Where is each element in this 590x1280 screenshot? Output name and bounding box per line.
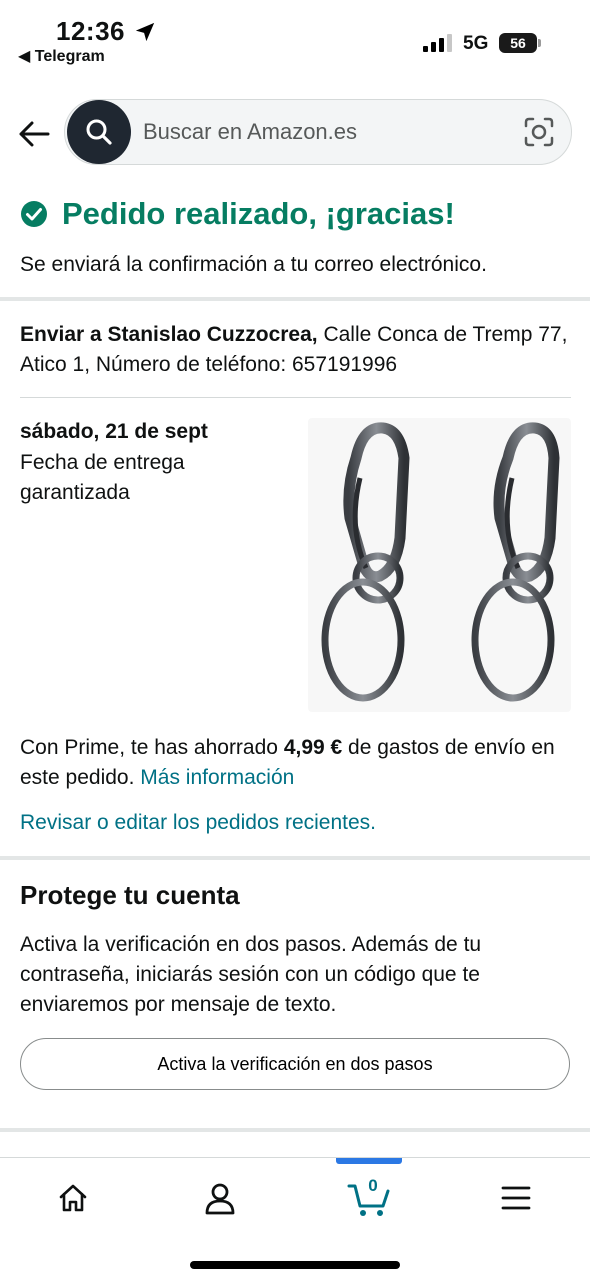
- confirmation-title: Pedido realizado, ¡gracias!: [62, 196, 455, 231]
- status-bar: 12:36 ◀ Telegram 5G 56: [0, 0, 590, 70]
- search-icon[interactable]: [67, 100, 131, 164]
- section-divider: [0, 297, 590, 301]
- back-to-telegram[interactable]: ◀ Telegram: [18, 46, 105, 66]
- prime-amount: 4,99 €: [283, 736, 343, 759]
- ship-to-label: Enviar a Stanislao Cuzzocrea,: [20, 323, 318, 346]
- bottom-nav: 0: [0, 1157, 590, 1280]
- shipping-address: Enviar a Stanislao Cuzzocrea, Calle Conc…: [20, 320, 570, 380]
- more-info-link[interactable]: Más información: [140, 766, 294, 789]
- product-image[interactable]: [308, 418, 571, 712]
- status-time: 12:36: [56, 16, 125, 46]
- account-icon[interactable]: [200, 1178, 240, 1218]
- divider: [20, 397, 571, 398]
- section-divider: [0, 1128, 590, 1132]
- home-indicator[interactable]: [190, 1261, 400, 1269]
- review-orders-link[interactable]: Revisar o editar los pedidos recientes.: [20, 811, 376, 835]
- confirmation-heading: Pedido realizado, ¡gracias!: [20, 196, 455, 232]
- check-circle-icon: [21, 201, 47, 227]
- enable-two-step-button[interactable]: Activa la verificación en dos pasos: [20, 1038, 570, 1090]
- battery-icon: 56: [499, 33, 541, 53]
- battery-level: 56: [499, 33, 537, 53]
- active-tab-indicator: [336, 1158, 402, 1164]
- section-divider: [0, 856, 590, 860]
- network-type: 5G: [463, 33, 489, 54]
- prime-text-before: Con Prime, te has ahorrado: [20, 736, 284, 759]
- search-bar[interactable]: Buscar en Amazon.es: [64, 99, 572, 165]
- protect-account-title: Protege tu cuenta: [20, 880, 240, 910]
- back-arrow-icon[interactable]: [16, 116, 52, 152]
- location-arrow-icon: [135, 22, 155, 42]
- confirmation-subtitle: Se enviará la confirmación a tu correo e…: [20, 253, 487, 276]
- cart-icon[interactable]: 0: [347, 1176, 393, 1218]
- home-icon[interactable]: [53, 1178, 93, 1218]
- search-input[interactable]: Buscar en Amazon.es: [143, 119, 357, 145]
- delivery-note: Fecha de entrega garantizada: [20, 451, 185, 504]
- prime-savings-text: Con Prime, te has ahorrado 4,99 € de gas…: [20, 733, 575, 793]
- delivery-date: sábado, 21 de sept: [20, 420, 208, 443]
- signal-icon: [423, 34, 452, 52]
- protect-account-text: Activa la verificación en dos pasos. Ade…: [20, 933, 482, 1016]
- carabiner-right: [471, 422, 560, 702]
- menu-icon[interactable]: [496, 1178, 536, 1218]
- cart-count: 0: [368, 1176, 378, 1195]
- carabiner-left: [321, 422, 410, 702]
- camera-lens-icon[interactable]: [523, 116, 555, 148]
